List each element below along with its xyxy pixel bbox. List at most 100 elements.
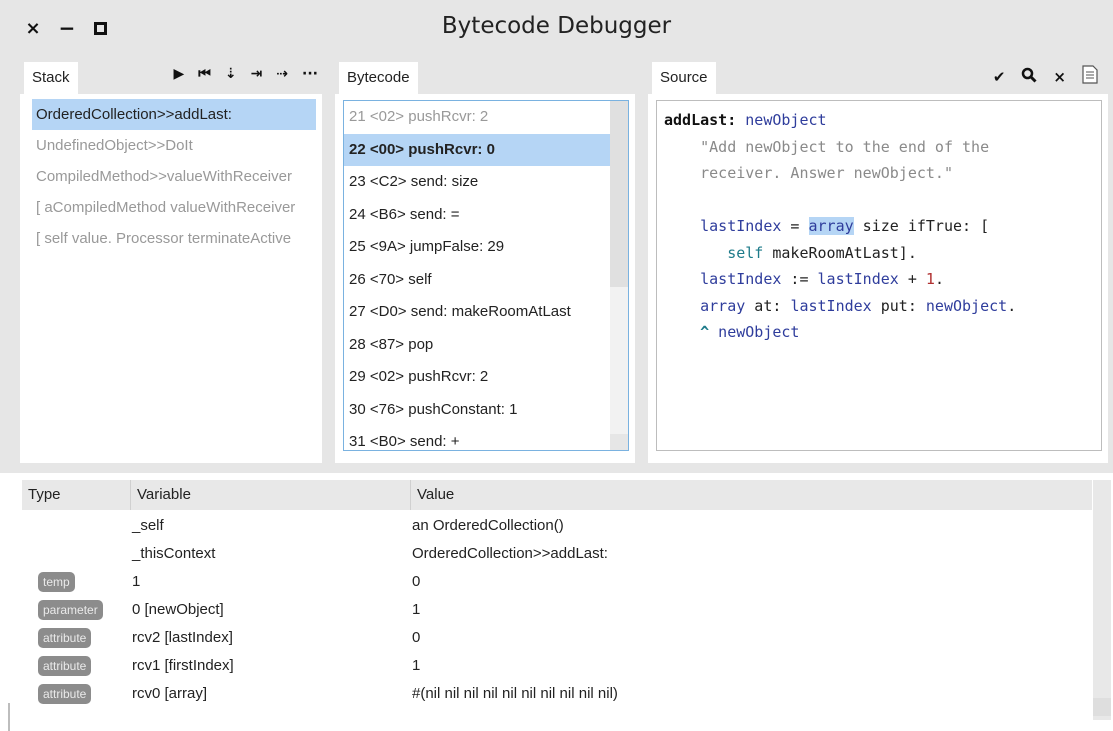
source-editor[interactable]: addLast: newObject "Add newObject to the… <box>656 100 1102 451</box>
stack-frame[interactable]: UndefinedObject>>DoIt <box>32 130 316 161</box>
bytecode-list: 21 <02> pushRcvr: 2 22 <00> pushRcvr: 0 … <box>343 100 629 451</box>
table-row[interactable]: attribute rcv1 [firstIndex] 1 <box>22 652 1092 680</box>
title-bar: × − Bytecode Debugger <box>0 0 1113 58</box>
stack-pane: Stack ▶ ⏮ ⇣ ⇥ ⇢ ··· OrderedCollection>>a… <box>20 58 322 482</box>
step-into-icon[interactable]: ⇣ <box>225 66 237 82</box>
code-token: put: <box>871 296 926 315</box>
window-title: Bytecode Debugger <box>441 13 672 39</box>
table-row[interactable]: _thisContext OrderedCollection>>addLast: <box>22 540 1092 568</box>
bytecode-row[interactable]: 29 <02> pushRcvr: 2 <box>344 361 628 394</box>
bytecode-row[interactable]: 31 <B0> send: + <box>344 426 628 450</box>
stack-body: OrderedCollection>>addLast: UndefinedObj… <box>20 94 322 482</box>
code-comment: receiver. Answer newObject." <box>700 164 953 182</box>
source-tabbar: Source ✔ × <box>648 58 1108 94</box>
type-cell: temp <box>38 568 75 596</box>
bytecode-row[interactable]: 21 <02> pushRcvr: 2 <box>344 101 628 134</box>
table-row[interactable]: attribute rcv0 [array] #(nil nil nil nil… <box>22 680 1092 708</box>
stack-frame[interactable]: [ self value. Processor terminateActive <box>32 223 316 254</box>
bytecode-scroll-corner <box>610 434 628 450</box>
variable-cell: rcv0 [array] <box>132 685 208 702</box>
type-badge: attribute <box>38 628 92 648</box>
code-token: makeRoomAtLast]. <box>763 243 917 262</box>
accept-icon[interactable]: ✔ <box>993 68 1006 86</box>
bytecode-row[interactable]: 25 <9A> jumpFalse: 29 <box>344 231 628 264</box>
value-cell: an OrderedCollection() <box>412 517 564 534</box>
table-header: Type Variable Value <box>22 480 1092 510</box>
play-icon[interactable]: ▶ <box>173 66 184 82</box>
bytecode-row[interactable]: 30 <76> pushConstant: 1 <box>344 394 628 427</box>
variable-cell: 1 <box>132 573 141 590</box>
variables-inspector: Type Variable Value _self an OrderedColl… <box>0 473 1113 731</box>
stack-frame[interactable]: [ aCompiledMethod valueWithReceiver <box>32 192 316 223</box>
column-header-type[interactable]: Type <box>22 480 126 510</box>
code-argument: newObject <box>745 111 827 129</box>
horizontal-divider[interactable] <box>0 463 1113 473</box>
type-badge: attribute <box>38 684 92 704</box>
code-token: at: <box>745 296 791 315</box>
code-highlighted-token: array <box>808 217 854 235</box>
code-comment: "Add newObject to the end of the <box>700 137 990 156</box>
code-token: size ifTrue: [ <box>853 217 990 235</box>
code-token: := <box>781 270 818 288</box>
inspector-vertical-scrollbar[interactable] <box>1093 480 1111 720</box>
stack-toolbar: ▶ ⏮ ⇣ ⇥ ⇢ ··· <box>173 66 318 82</box>
source-toolbar: ✔ × <box>993 65 1098 88</box>
stack-frame[interactable]: OrderedCollection>>addLast: <box>32 99 316 130</box>
bytecode-row[interactable]: 24 <B6> send: = <box>344 199 628 232</box>
code-token: + <box>898 270 926 288</box>
value-cell: 0 <box>412 573 421 590</box>
source-code: addLast: newObject "Add newObject to the… <box>664 107 1016 346</box>
bytecode-tabbar: Bytecode <box>335 58 635 94</box>
source-body: addLast: newObject "Add newObject to the… <box>648 94 1108 463</box>
right-gutter <box>1108 58 1113 463</box>
inspector-scroll-corner <box>1093 698 1111 716</box>
column-header-variable[interactable]: Variable <box>130 480 408 510</box>
bytecode-scroll-thumb[interactable] <box>610 101 628 287</box>
search-icon[interactable] <box>1021 67 1037 87</box>
code-token: newObject <box>709 323 800 341</box>
tab-source[interactable]: Source <box>652 62 716 94</box>
bytecode-row[interactable]: 26 <70> self <box>344 264 628 297</box>
pane-divider[interactable] <box>635 58 648 463</box>
table-row[interactable]: _self an OrderedCollection() <box>22 512 1092 540</box>
tab-stack[interactable]: Stack <box>24 62 78 94</box>
step-through-icon[interactable]: ⇢ <box>276 66 288 82</box>
type-cell: attribute <box>38 624 92 652</box>
cancel-icon[interactable]: × <box>1053 68 1066 86</box>
bytecode-row[interactable]: 23 <C2> send: size <box>344 166 628 199</box>
variable-cell: _self <box>132 517 164 534</box>
stack-tabbar: Stack ▶ ⏮ ⇣ ⇥ ⇢ ··· <box>20 58 322 94</box>
tab-bytecode[interactable]: Bytecode <box>339 62 418 94</box>
code-token: ^ <box>700 323 710 341</box>
bytecode-row[interactable]: 22 <00> pushRcvr: 0 <box>344 133 628 166</box>
document-icon[interactable] <box>1082 65 1098 88</box>
table-row[interactable]: attribute rcv2 [lastIndex] 0 <box>22 624 1092 652</box>
more-icon[interactable]: ··· <box>302 66 318 82</box>
code-token: 1 <box>925 270 935 288</box>
code-token: . <box>1007 296 1017 315</box>
code-token: = <box>781 217 809 235</box>
code-token: lastIndex <box>700 270 782 288</box>
value-cell: 1 <box>412 601 421 618</box>
table-row[interactable]: temp 1 0 <box>22 568 1092 596</box>
restart-icon[interactable]: ⏮ <box>198 66 211 82</box>
type-badge: parameter <box>38 600 103 620</box>
column-header-value[interactable]: Value <box>410 480 1092 510</box>
variable-cell: 0 [newObject] <box>132 601 224 618</box>
type-cell: attribute <box>38 652 92 680</box>
variable-cell: rcv1 [firstIndex] <box>132 657 234 674</box>
type-cell: attribute <box>38 680 92 708</box>
bytecode-body: 21 <02> pushRcvr: 2 22 <00> pushRcvr: 0 … <box>335 94 635 463</box>
bytecode-pane: Bytecode 21 <02> pushRcvr: 2 22 <00> pus… <box>335 58 635 463</box>
bytecode-row[interactable]: 27 <D0> send: makeRoomAtLast <box>344 296 628 329</box>
table-body: _self an OrderedCollection() _thisContex… <box>22 512 1092 708</box>
table-row[interactable]: parameter 0 [newObject] 1 <box>22 596 1092 624</box>
pane-divider[interactable] <box>322 58 335 463</box>
type-badge: attribute <box>38 656 92 676</box>
bytecode-vertical-scrollbar[interactable] <box>610 101 628 450</box>
code-token: array <box>700 296 746 315</box>
step-over-icon[interactable]: ⇥ <box>251 66 263 82</box>
bytecode-row[interactable]: 28 <87> pop <box>344 329 628 362</box>
stack-frame[interactable]: CompiledMethod>>valueWithReceiver <box>32 161 316 192</box>
code-token: lastIndex <box>700 217 782 235</box>
